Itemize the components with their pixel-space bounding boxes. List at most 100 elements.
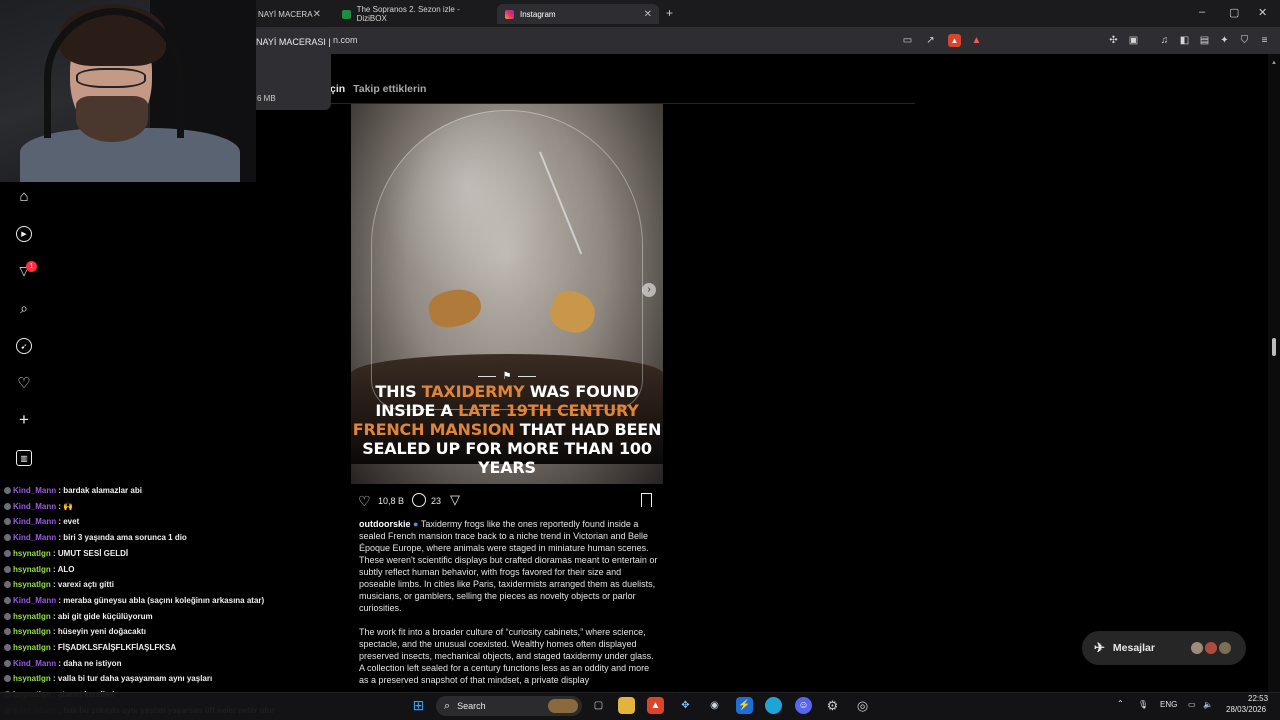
dizibox-favicon-icon [342, 9, 351, 19]
comment-icon[interactable] [412, 493, 426, 507]
post-author[interactable]: outdoorskie [359, 519, 411, 529]
chat-username: Kind_Mann [13, 517, 57, 527]
chat-text: abi git gide küçülüyorum [57, 611, 153, 621]
avatar [1190, 641, 1204, 655]
brave-shields-icon[interactable]: ▲ [948, 34, 961, 47]
tab-following[interactable]: Takip ettiklerin [353, 83, 426, 95]
cast-icon[interactable]: ▭ [901, 34, 914, 47]
clock-time[interactable]: 22:53 [1248, 694, 1268, 703]
chat-message: Kind_Mann : biri 3 yaşında ama sorunca 1… [4, 533, 187, 542]
chat-badge-icon [4, 502, 11, 510]
minimize-button[interactable]: – [1199, 6, 1205, 18]
like-icon[interactable]: ♡ [358, 493, 371, 510]
chat-badge-icon [4, 596, 11, 604]
share-icon[interactable]: ↗ [924, 34, 937, 47]
taskbar-search-label: Search [457, 701, 486, 711]
chat-badge-icon [4, 675, 11, 683]
steam-icon[interactable]: ◉ [706, 697, 723, 714]
discord-icon[interactable]: ☺ [795, 697, 812, 714]
url-field[interactable]: n.com [333, 35, 358, 45]
tab-label: Instagram [520, 9, 556, 19]
chat-message: Kind_Mann : daha ne istiyon [4, 659, 121, 668]
chat-badge-icon [4, 565, 11, 573]
close-window-button[interactable]: ✕ [1258, 6, 1267, 19]
post-image-caption: THIS TAXIDERMY WAS FOUND INSIDE A LATE 1… [352, 382, 662, 477]
chat-text: valla bi tur daha yaşayamam aynı yaşları [57, 674, 213, 684]
save-icon[interactable] [641, 493, 652, 507]
scrollbar-track: ▲ [1268, 54, 1280, 692]
close-tab-icon[interactable]: ✕ [644, 9, 652, 20]
chat-message: Kind_Mann : bardak alamazlar abi [4, 486, 142, 495]
avatar [1218, 641, 1232, 655]
obs-icon[interactable]: ◎ [854, 697, 871, 714]
sidebar-icon[interactable]: ◧ [1178, 34, 1191, 47]
tray-expand-icon[interactable]: ⌃ [1117, 699, 1124, 708]
volume-icon[interactable]: 🔈 [1203, 700, 1213, 709]
tab-preview-popup: NAYİ MACERASI | 6 MB [256, 28, 331, 110]
taskbar-search[interactable]: ⌕ Search [436, 696, 582, 716]
tab-for-you[interactable]: çin [330, 83, 345, 95]
dashboard-icon[interactable]: ▥ [16, 450, 32, 466]
maximize-button[interactable]: ▢ [1229, 6, 1239, 19]
brave-rewards-icon[interactable]: ▲ [970, 34, 983, 47]
notification-badge: 1 [26, 261, 37, 272]
chat-message: hsynatlgn : UMUT SESİ GELDİ [4, 549, 128, 558]
network-app-icon[interactable]: ✥ [677, 697, 694, 714]
clock-date[interactable]: 28/03/2026 [1226, 705, 1266, 714]
description-paragraph-2: The work fit into a broader culture of “… [359, 627, 654, 685]
windows-start-icon[interactable]: ⊞ [410, 697, 427, 714]
chat-badge-icon [4, 549, 11, 557]
home-icon[interactable]: ⌂ [16, 188, 32, 205]
brave-browser-icon[interactable]: ▲ [647, 697, 664, 714]
search-icon[interactable]: ⌕ [16, 300, 32, 316]
task-view-icon[interactable]: ▢ [590, 697, 607, 714]
messages-icon: ✈ [1094, 640, 1105, 655]
chat-text: FİŞADKLSFAİŞFLKFİAŞLFKSA [57, 643, 177, 652]
screenshot-icon[interactable]: ▣ [1127, 34, 1140, 47]
settings-icon[interactable]: ⚙ [824, 697, 841, 714]
vpn-icon[interactable]: ⛉ [1238, 34, 1251, 47]
new-tab-button[interactable]: + [666, 6, 673, 20]
display-icon[interactable]: ▭ [1188, 700, 1196, 709]
scrollbar-thumb[interactable] [1272, 338, 1276, 356]
create-icon[interactable]: + [16, 410, 32, 429]
webcam-overlay [0, 0, 256, 182]
explore-icon[interactable]: ➹ [16, 338, 32, 354]
tab-preview-memory: 6 MB [257, 94, 276, 103]
app-icon[interactable]: ⚡ [736, 697, 753, 714]
heart-icon[interactable]: ♡ [16, 375, 32, 392]
windows-taskbar [0, 692, 1280, 720]
messages-button[interactable]: ✈ Mesajlar [1082, 631, 1246, 665]
wallet-icon[interactable]: ▤ [1198, 34, 1211, 47]
chat-badge-icon [4, 534, 11, 542]
language-indicator[interactable]: ENG [1160, 700, 1177, 709]
tab-instagram[interactable]: Instagram ✕ [497, 4, 659, 24]
chat-username: Kind_Mann [13, 658, 57, 668]
scroll-up-icon[interactable]: ▲ [1271, 60, 1277, 66]
post-image[interactable]: ⚑ THIS TAXIDERMY WAS FOUND INSIDE A LATE… [351, 104, 663, 484]
reels-icon[interactable]: ▶ [16, 226, 32, 242]
edge-icon[interactable] [765, 697, 782, 714]
extensions-icon[interactable]: ✣ [1107, 34, 1120, 47]
chat-badge-icon [4, 644, 11, 651]
carousel-next-button[interactable]: › [642, 283, 656, 297]
chat-message: hsynatlgn : FİŞADKLSFAİŞFLKFİAŞLFKSA [4, 643, 176, 652]
chat-text: meraba güneysu abla (saçını koleğinın ar… [63, 595, 265, 605]
media-icon[interactable]: ♫ [1158, 34, 1171, 47]
chat-message: Kind_Mann : evet [4, 517, 79, 526]
microphone-icon[interactable]: 🎙 [1138, 700, 1148, 709]
menu-icon[interactable]: ≡ [1258, 34, 1271, 47]
chat-text: ALO [57, 564, 75, 574]
share-icon[interactable]: ▽ [450, 492, 460, 508]
close-tab-icon[interactable]: ✕ [313, 9, 321, 20]
leo-ai-icon[interactable]: ✦ [1218, 34, 1231, 47]
chat-message: hsynatlgn : valla bi tur daha yaşayamam … [4, 674, 212, 683]
chat-text: daha ne istiyon [63, 658, 122, 668]
chat-username: Kind_Mann [13, 533, 57, 543]
file-explorer-icon[interactable] [618, 697, 635, 714]
chat-username: hsynatlgn [13, 611, 51, 621]
tab-dizibox[interactable]: The Sopranos 2. Sezon izle - DiziBOX [334, 4, 494, 24]
instagram-favicon-icon [505, 9, 514, 19]
chat-username: hsynatlgn [13, 627, 51, 637]
tab-nayi-macera[interactable]: NAYİ MACERA ✕ [250, 4, 328, 24]
